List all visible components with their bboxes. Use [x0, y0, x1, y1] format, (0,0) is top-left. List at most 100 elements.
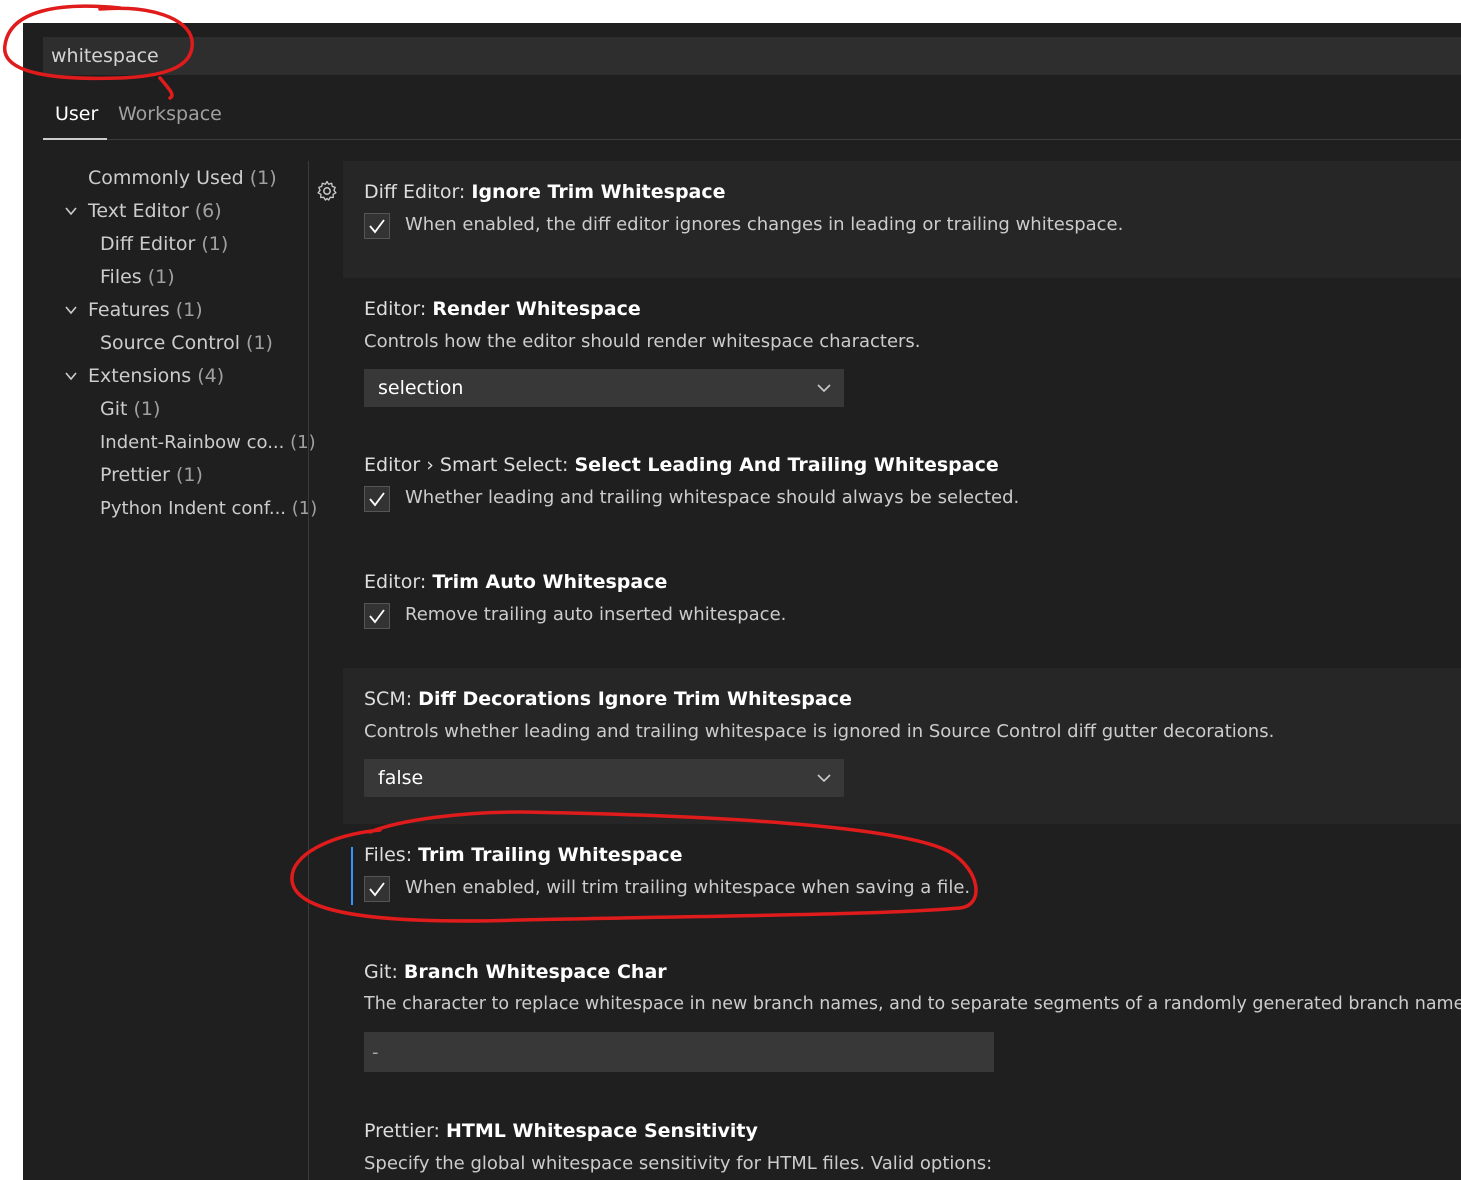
render-whitespace-dropdown[interactable]: selection [364, 369, 844, 407]
setting-title: SCM: Diff Decorations Ignore Trim Whites… [364, 688, 852, 710]
toc-item-count: (4) [197, 365, 225, 387]
setting-title: Editor: Render Whitespace [364, 298, 641, 320]
search-input[interactable] [43, 37, 1461, 75]
chevron-down-icon [817, 774, 831, 783]
branch-whitespace-char-input[interactable] [364, 1032, 994, 1072]
setting-title: Diff Editor: Ignore Trim Whitespace [364, 181, 726, 203]
setting-name: Ignore Trim Whitespace [471, 181, 726, 203]
setting-name: Select Leading And Trailing Whitespace [574, 454, 999, 476]
toc-item-label: Files [100, 266, 142, 288]
toc-item-count: (1) [147, 266, 175, 288]
setting-category: Files: [364, 844, 413, 866]
setting-name: Render Whitespace [432, 298, 641, 320]
tabs-divider [43, 139, 1461, 140]
setting-description: When enabled, will trim trailing whitesp… [405, 877, 971, 898]
setting-category: SCM: [364, 688, 413, 710]
setting-category: Editor: [364, 298, 427, 320]
check-icon [369, 492, 385, 507]
setting-diff-editor-ignore-trim-whitespace: Diff Editor: Ignore Trim Whitespace When… [343, 161, 1461, 278]
toc-item-label: Text Editor [88, 200, 189, 222]
toc-item-git[interactable]: Git (1) [100, 395, 160, 423]
toc-item-files[interactable]: Files (1) [100, 263, 175, 291]
toc-item-text-editor[interactable]: Text Editor (6) [65, 197, 222, 225]
setting-title: Prettier: HTML Whitespace Sensitivity [364, 1120, 758, 1142]
toc-item-label: Indent-Rainbow co... [100, 431, 285, 453]
setting-category: Prettier: [364, 1120, 440, 1142]
scm-ignore-trim-dropdown[interactable]: false [364, 759, 844, 797]
setting-description: When enabled, the diff editor ignores ch… [405, 214, 1124, 235]
setting-title: Editor › Smart Select: Select Leading An… [364, 454, 999, 476]
toc-item-source-control[interactable]: Source Control (1) [100, 329, 273, 357]
setting-prettier-html-whitespace: Prettier: HTML Whitespace Sensitivity Sp… [343, 1100, 1461, 1180]
toc-item-count: (1) [249, 167, 277, 189]
toc-divider [308, 161, 309, 1180]
setting-checkbox[interactable] [364, 876, 390, 902]
setting-editor-render-whitespace: Editor: Render Whitespace Controls how t… [343, 278, 1461, 434]
chevron-down-icon [65, 306, 77, 315]
toc-item-indent-rainbow[interactable]: Indent-Rainbow co... (1) [100, 428, 316, 456]
setting-category: Git: [364, 961, 398, 983]
setting-checkbox[interactable] [364, 486, 390, 512]
setting-title: Editor: Trim Auto Whitespace [364, 571, 667, 593]
toc-item-count: (1) [201, 233, 229, 255]
setting-category: Editor › Smart Select: [364, 454, 569, 476]
dropdown-value: false [378, 767, 424, 789]
toc-item-count: (1) [175, 299, 203, 321]
setting-description: Controls whether leading and trailing wh… [364, 721, 1275, 742]
settings-toc: Commonly Used (1) Text Editor (6) Diff E… [23, 161, 317, 1161]
setting-checkbox[interactable] [364, 213, 390, 239]
setting-name: Diff Decorations Ignore Trim Whitespace [418, 688, 852, 710]
setting-category: Editor: [364, 571, 427, 593]
setting-title: Git: Branch Whitespace Char [364, 961, 667, 983]
chevron-down-icon [65, 207, 77, 216]
setting-description: Specify the global whitespace sensitivit… [364, 1153, 993, 1174]
setting-name: Branch Whitespace Char [403, 961, 667, 983]
setting-category: Diff Editor: [364, 181, 466, 203]
toc-item-prettier[interactable]: Prettier (1) [100, 461, 203, 489]
toc-item-label: Features [88, 299, 170, 321]
setting-name: Trim Auto Whitespace [432, 571, 668, 593]
toc-item-extensions[interactable]: Extensions (4) [65, 362, 225, 390]
dropdown-value: selection [378, 377, 464, 399]
setting-name: HTML Whitespace Sensitivity [446, 1120, 758, 1142]
setting-scm-diff-decorations: SCM: Diff Decorations Ignore Trim Whites… [343, 668, 1461, 824]
settings-editor: User Workspace Commonly Used (1) Text Ed… [23, 23, 1461, 1180]
chevron-down-icon [817, 384, 831, 393]
toc-item-label: Python Indent conf... [100, 497, 287, 519]
setting-trim-auto-whitespace: Editor: Trim Auto Whitespace Remove trai… [343, 551, 1461, 668]
check-icon [369, 219, 385, 234]
check-icon [369, 609, 385, 624]
tab-user[interactable]: User [55, 103, 98, 125]
setting-checkbox[interactable] [364, 603, 390, 629]
setting-title: Files: Trim Trailing Whitespace [364, 844, 683, 866]
toc-item-count: (1) [133, 398, 161, 420]
toc-item-count: (1) [246, 332, 273, 354]
toc-item-python-indent[interactable]: Python Indent conf... (1) [100, 494, 317, 522]
toc-item-label: Source Control [100, 332, 240, 354]
setting-git-branch-whitespace-char: Git: Branch Whitespace Char The characte… [343, 941, 1461, 1100]
chevron-down-icon [65, 372, 77, 381]
setting-smart-select-whitespace: Editor › Smart Select: Select Leading An… [343, 434, 1461, 551]
toc-item-count: (1) [290, 431, 316, 453]
setting-description: Whether leading and trailing whitespace … [405, 487, 1020, 508]
setting-description: The character to replace whitespace in n… [364, 994, 1461, 1014]
setting-files-trim-trailing-whitespace: Files: Trim Trailing Whitespace When ena… [343, 824, 1461, 941]
check-icon [369, 882, 385, 897]
toc-item-diff-editor[interactable]: Diff Editor (1) [100, 230, 228, 258]
toc-item-label: Diff Editor [100, 233, 196, 255]
toc-item-commonly-used[interactable]: Commonly Used (1) [88, 164, 277, 192]
setting-name: Trim Trailing Whitespace [418, 844, 683, 866]
tab-workspace[interactable]: Workspace [118, 103, 222, 125]
toc-item-label: Extensions [88, 365, 192, 387]
toc-item-features[interactable]: Features (1) [65, 296, 203, 324]
toc-item-count: (1) [175, 464, 203, 486]
setting-description: Controls how the editor should render wh… [364, 331, 921, 352]
toc-item-label: Git [100, 398, 128, 420]
active-tab-indicator [43, 138, 107, 140]
toc-item-label: Commonly Used [88, 167, 244, 189]
toc-item-count: (1) [291, 497, 318, 519]
gear-icon[interactable] [315, 179, 339, 203]
setting-description: Remove trailing auto inserted whitespace… [405, 604, 787, 625]
toc-item-label: Prettier [100, 464, 170, 486]
toc-item-count: (6) [194, 200, 222, 222]
